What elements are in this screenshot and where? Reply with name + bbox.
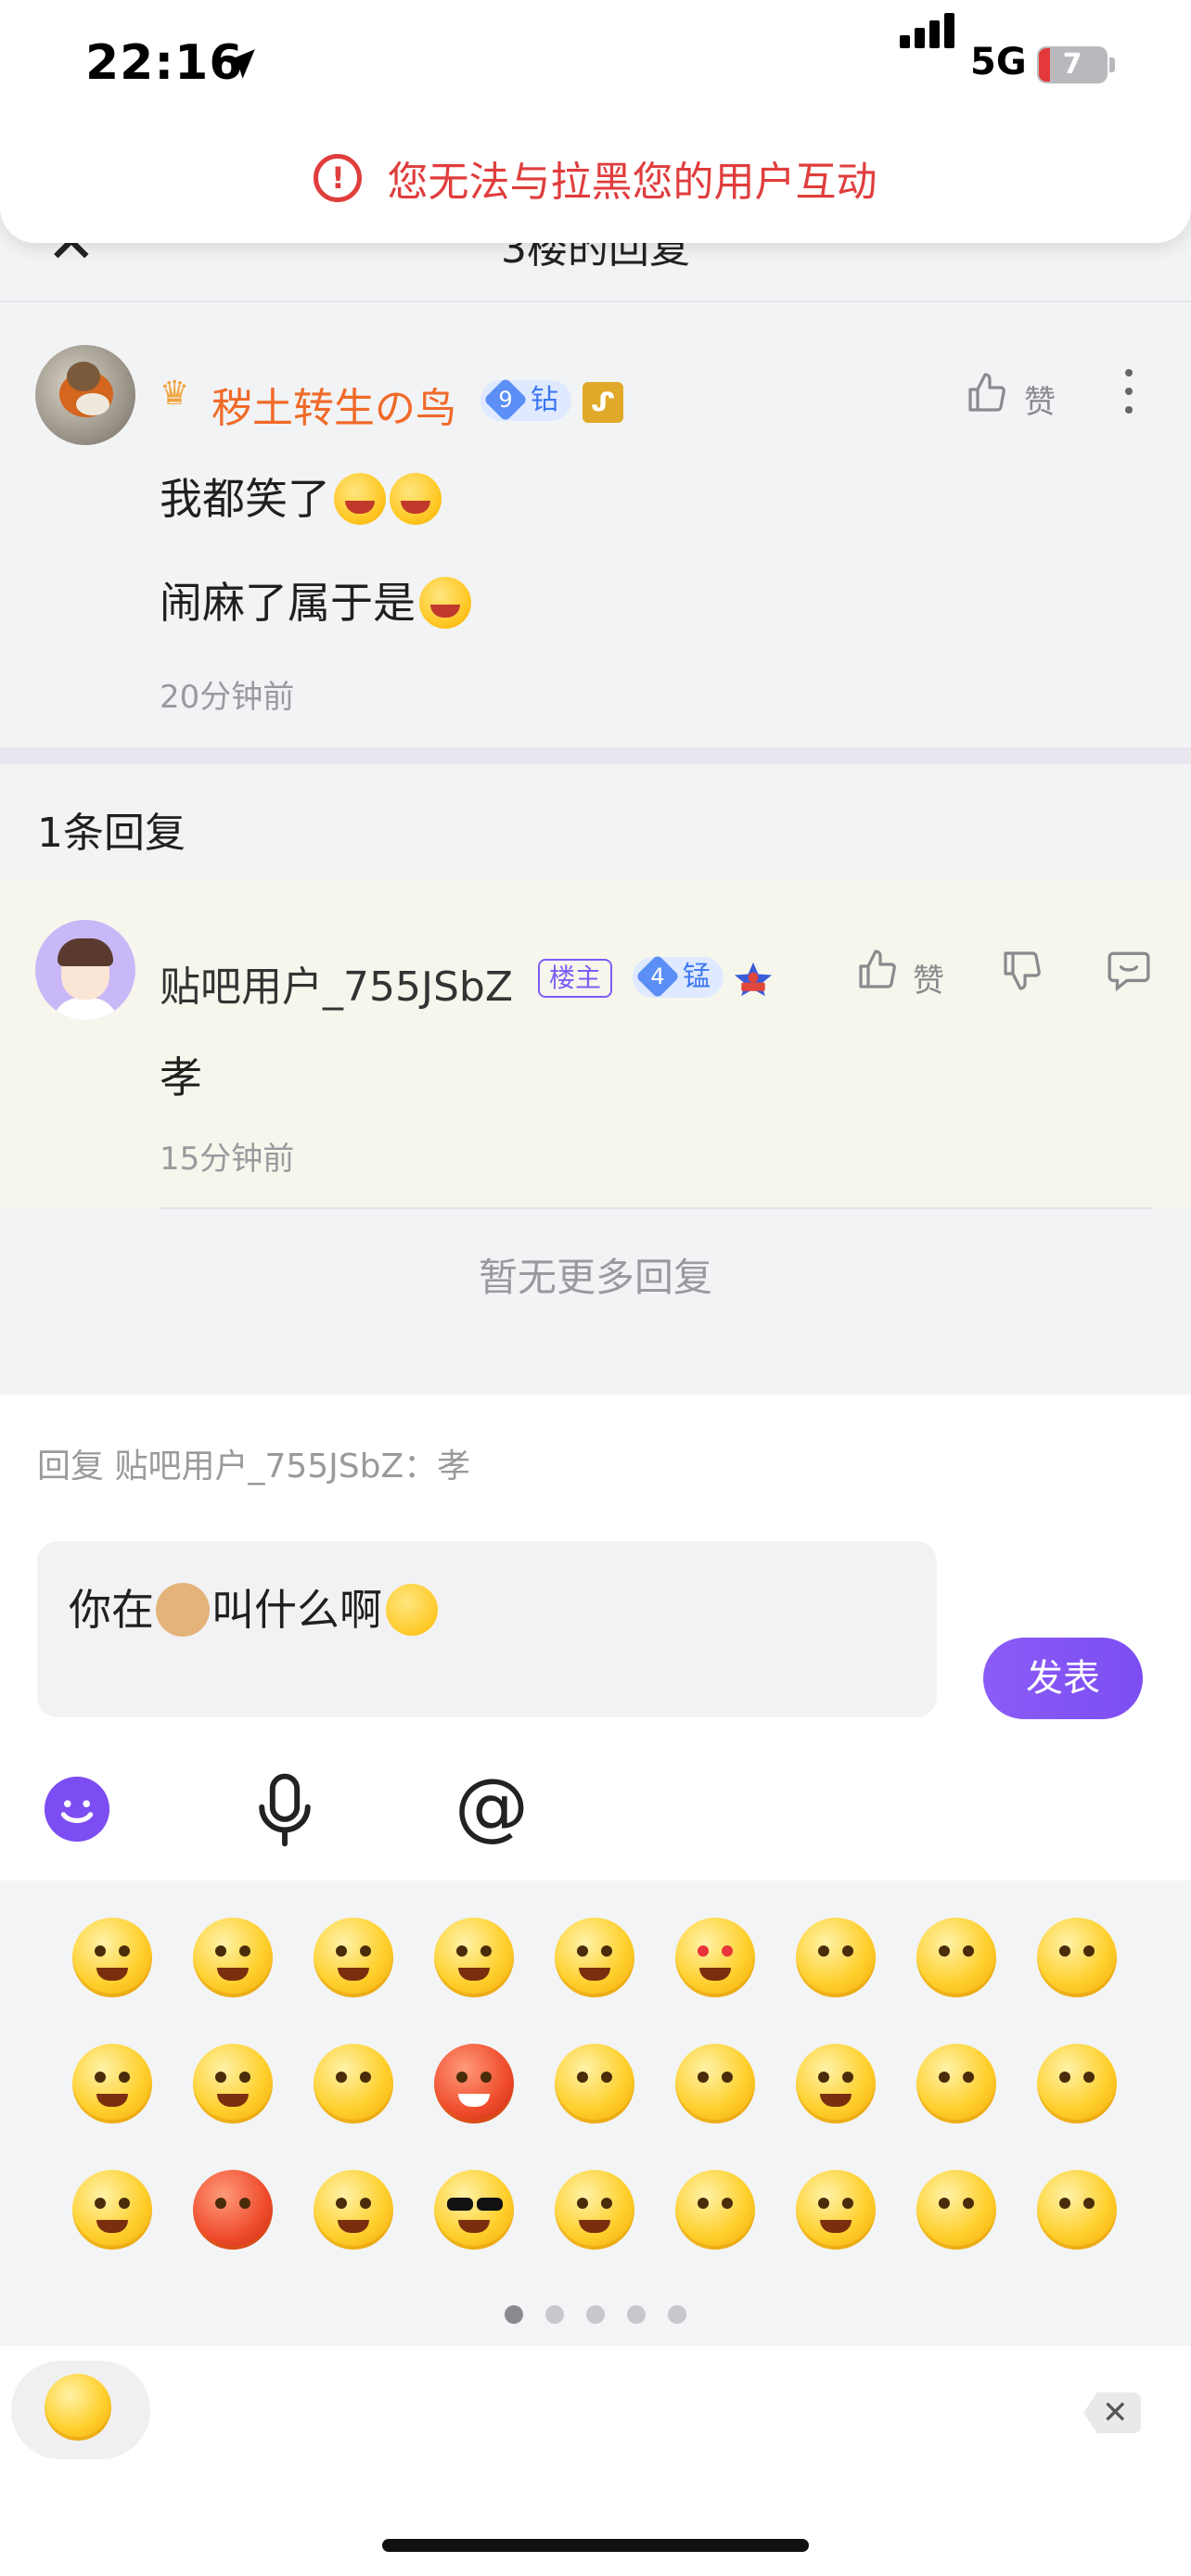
dizzy-emoji-icon[interactable] bbox=[1037, 2170, 1117, 2250]
comment-line-1: 我都笑了 bbox=[160, 465, 442, 529]
exclamation-circle-icon: ! bbox=[314, 154, 363, 202]
toast-message-row: ! 您无法与拉黑您的用户互动 bbox=[0, 148, 1191, 206]
cover-mouth-emoji-icon[interactable] bbox=[1037, 1918, 1117, 1997]
member-badge: ᔑ bbox=[583, 382, 623, 423]
pleading-emoji-icon[interactable] bbox=[916, 1918, 996, 1997]
shocked-emoji-icon[interactable] bbox=[555, 2170, 634, 2250]
tongue-emoji-icon[interactable] bbox=[314, 1918, 393, 1997]
page-dot[interactable] bbox=[545, 2305, 564, 2324]
more-options-icon[interactable] bbox=[1122, 369, 1135, 425]
thumbs-emoji-icon[interactable] bbox=[916, 2044, 996, 2123]
comment-text-2: 闹麻了属于是 bbox=[160, 578, 416, 628]
microphone-icon[interactable] bbox=[254, 1773, 315, 1847]
laugh-emoji-icon bbox=[390, 472, 442, 525]
username[interactable]: 秽土转生の鸟 bbox=[211, 375, 456, 434]
smirk-emoji-icon[interactable] bbox=[193, 2044, 273, 2123]
home-indicator bbox=[382, 2539, 809, 2552]
laugh-emoji-icon bbox=[419, 576, 471, 629]
status-time: 22:16 bbox=[85, 35, 244, 91]
question-emoji-icon[interactable] bbox=[916, 2170, 996, 2250]
reply-text: 孝 bbox=[160, 1052, 202, 1103]
level-badge: 9钻 bbox=[480, 376, 571, 422]
page-indicator bbox=[0, 2305, 1191, 2327]
battery-tip bbox=[1109, 57, 1115, 72]
star-rank-icon bbox=[735, 962, 772, 997]
comment-line-2: 闹麻了属于是 bbox=[160, 569, 471, 632]
red-face-emoji-icon[interactable] bbox=[193, 2170, 273, 2250]
thumbs-up-icon[interactable] bbox=[855, 948, 900, 992]
sweat-emoji-icon[interactable] bbox=[555, 2044, 634, 2123]
laugh-emoji-icon[interactable] bbox=[555, 1918, 634, 1997]
reply-username[interactable]: 贴吧用户_755JSbZ bbox=[160, 953, 513, 1013]
cold-sweat-emoji-icon[interactable] bbox=[675, 2170, 755, 2250]
toast-text: 您无法与拉黑您的用户互动 bbox=[387, 159, 877, 206]
reply-bubble-icon[interactable] bbox=[1106, 950, 1152, 992]
comment-text-1: 我都笑了 bbox=[160, 474, 330, 524]
reply-target: 回复 贴吧用户_755JSbZ：孝 bbox=[37, 1447, 471, 1486]
reply-count: 1条回复 bbox=[37, 810, 186, 857]
avatar[interactable] bbox=[35, 920, 135, 1020]
sunglasses-emoji-icon[interactable] bbox=[434, 2170, 514, 2250]
like-button[interactable]: 赞 bbox=[913, 955, 944, 1001]
frown-emoji-icon[interactable] bbox=[314, 2044, 393, 2123]
hug-emoji-icon[interactable] bbox=[314, 2170, 393, 2250]
reply-input-text[interactable]: 你在 叫什么啊 bbox=[69, 1576, 438, 1640]
blocked-toast: 22:16 5G 7 ! 您无法与拉黑您的用户互动 bbox=[0, 0, 1191, 243]
no-more-replies: 暂无更多回复 bbox=[478, 1255, 712, 1300]
emoji-icon[interactable] bbox=[45, 1777, 109, 1842]
like-button[interactable]: 赞 bbox=[1024, 376, 1056, 422]
shout-emoji-icon[interactable] bbox=[796, 2170, 876, 2250]
grin-emoji-icon[interactable] bbox=[193, 1918, 273, 1997]
input-text-part2: 叫什么啊 bbox=[211, 1585, 382, 1635]
page-dot[interactable] bbox=[586, 2305, 605, 2324]
owner-tag: 楼主 bbox=[538, 959, 613, 998]
battery-icon: 7 bbox=[1037, 46, 1108, 83]
smile-emoji-icon[interactable] bbox=[72, 1918, 152, 1997]
smile-emoji-icon[interactable] bbox=[45, 2374, 111, 2441]
smug-emoji-icon[interactable] bbox=[72, 2044, 152, 2123]
post-button[interactable]: 发表 bbox=[983, 1638, 1143, 1719]
angry-emoji-icon[interactable] bbox=[434, 2044, 514, 2123]
huff-emoji-icon[interactable] bbox=[1037, 2044, 1117, 2123]
avatar[interactable] bbox=[35, 345, 135, 445]
thumbs-up-icon[interactable] bbox=[965, 371, 1009, 415]
comment-timestamp: 20分钟前 bbox=[160, 679, 295, 716]
level-label: 钻 bbox=[531, 384, 558, 416]
confused-emoji-icon bbox=[386, 1583, 438, 1636]
location-arrow-icon bbox=[225, 49, 255, 79]
heart-eyes-emoji-icon[interactable] bbox=[675, 1918, 755, 1997]
gloomy-emoji-icon[interactable] bbox=[675, 2044, 755, 2123]
level-badge: 4锰 bbox=[633, 953, 724, 999]
page-dot[interactable] bbox=[668, 2305, 686, 2324]
level-number: 4 bbox=[650, 963, 665, 989]
reply-timestamp: 15分钟前 bbox=[160, 1141, 295, 1178]
shy-emoji-icon[interactable] bbox=[434, 1918, 514, 1997]
scream-emoji-icon[interactable] bbox=[72, 2170, 152, 2250]
laugh-emoji-icon bbox=[334, 472, 386, 525]
network-type: 5G bbox=[970, 41, 1027, 83]
section-divider bbox=[0, 747, 1191, 764]
divider bbox=[160, 1207, 1152, 1209]
dog-emoji-icon bbox=[156, 1582, 210, 1637]
level-label: 锰 bbox=[683, 961, 711, 993]
page-dot[interactable] bbox=[627, 2305, 646, 2324]
page-dot[interactable] bbox=[505, 2305, 523, 2324]
crown-icon: ♛ bbox=[160, 375, 190, 413]
thumbs-down-icon[interactable] bbox=[1000, 948, 1044, 992]
input-text-part1: 你在 bbox=[69, 1585, 154, 1635]
sad-emoji-icon[interactable] bbox=[796, 1918, 876, 1997]
at-icon[interactable]: @ bbox=[455, 1769, 529, 1843]
backspace-icon[interactable]: ✕ bbox=[1102, 2392, 1129, 2433]
crying-emoji-icon[interactable] bbox=[796, 2044, 876, 2123]
battery-level: 7 bbox=[1062, 48, 1082, 81]
level-number: 9 bbox=[498, 386, 513, 413]
